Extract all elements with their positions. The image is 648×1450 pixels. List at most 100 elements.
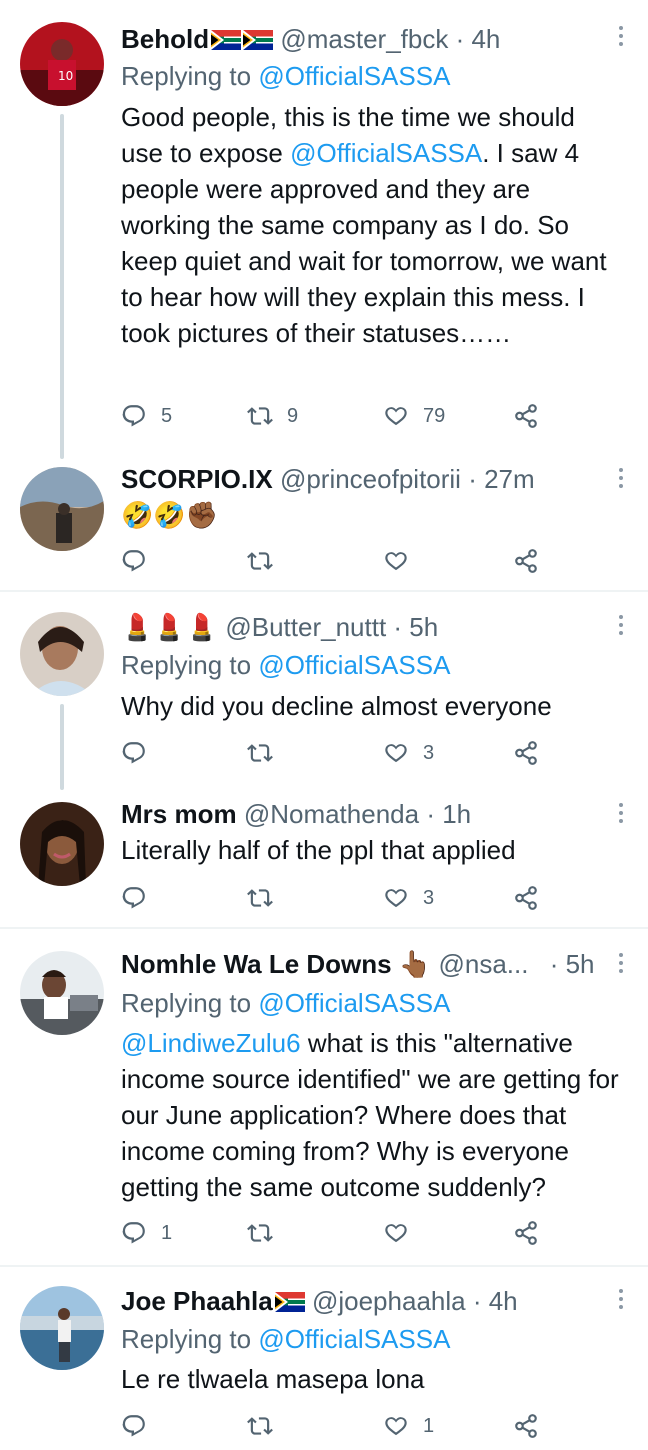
tweet-header: SCORPIO.IX @princeofpitorii · 27m xyxy=(121,462,608,496)
share-icon xyxy=(513,403,539,429)
display-name[interactable]: Mrs mom xyxy=(121,799,237,829)
more-icon[interactable] xyxy=(616,953,626,977)
share-icon xyxy=(513,548,539,574)
retweet-button[interactable]: 9 xyxy=(247,401,298,431)
like-button[interactable]: 1 xyxy=(383,1411,434,1441)
tweet-header: Joe Phaahla @joephaahla · 4h xyxy=(121,1284,608,1318)
like-button[interactable]: 3 xyxy=(383,738,434,768)
retweet-button[interactable] xyxy=(247,546,287,576)
tweet-5[interactable]: Nomhle Wa Le Downs 👆🏾 @nsa... · 5h Reply… xyxy=(0,929,648,1265)
retweet-button[interactable] xyxy=(247,883,287,913)
tweet-6[interactable]: Joe Phaahla @joephaahla · 4h Replying to… xyxy=(0,1267,648,1450)
reply-button[interactable] xyxy=(121,546,161,576)
user-handle[interactable]: @nsa... xyxy=(438,949,528,979)
tweet-header: Nomhle Wa Le Downs 👆🏾 @nsa... · 5h xyxy=(121,947,608,981)
avatar[interactable]: 10 xyxy=(20,22,104,106)
share-button[interactable] xyxy=(513,1411,539,1441)
display-name[interactable]: Nomhle Wa Le Downs xyxy=(121,949,392,979)
like-button[interactable]: 79 xyxy=(383,401,445,431)
tweet-time[interactable]: · 1h xyxy=(426,799,471,829)
avatar[interactable] xyxy=(20,951,104,1035)
reply-button[interactable] xyxy=(121,1411,161,1441)
mention-link[interactable]: @LindiweZulu6 xyxy=(121,1028,301,1058)
tweet-time[interactable]: · 27m xyxy=(468,464,534,494)
replying-to: Replying to @OfficialSASSA xyxy=(121,1324,451,1354)
avatar[interactable] xyxy=(20,467,104,551)
retweet-button[interactable] xyxy=(247,738,287,768)
share-button[interactable] xyxy=(513,738,539,768)
heart-icon xyxy=(383,548,409,574)
share-button[interactable] xyxy=(513,1218,539,1248)
replying-to: Replying to @OfficialSASSA xyxy=(121,650,451,680)
share-icon xyxy=(513,885,539,911)
more-icon[interactable] xyxy=(616,1289,626,1313)
share-icon xyxy=(513,740,539,766)
reply-button[interactable]: 5 xyxy=(121,401,172,431)
tweet-4[interactable]: Mrs mom @Nomathenda · 1h Literally half … xyxy=(0,777,648,927)
user-handle[interactable]: @master_fbck xyxy=(280,24,448,54)
share-button[interactable] xyxy=(513,883,539,913)
thread-line xyxy=(60,114,64,459)
like-button[interactable] xyxy=(383,546,423,576)
replying-to-handle[interactable]: @OfficialSASSA xyxy=(258,650,450,680)
retweet-icon xyxy=(247,1413,273,1439)
more-icon[interactable] xyxy=(616,468,626,492)
user-handle[interactable]: @Butter_nuttt xyxy=(225,612,386,642)
tweet-actions: 1 xyxy=(121,1218,541,1248)
tweet-time[interactable]: · 4h xyxy=(473,1286,518,1316)
replying-to-handle[interactable]: @OfficialSASSA xyxy=(258,61,450,91)
tweet-actions xyxy=(121,546,541,576)
retweet-icon xyxy=(247,548,273,574)
retweet-icon xyxy=(247,403,273,429)
share-icon xyxy=(513,1220,539,1246)
like-count: 1 xyxy=(423,1414,435,1437)
tweet-actions: 5 9 79 xyxy=(121,401,541,431)
tweet-1[interactable]: 10 Behold @master_fbck · 4h Replying to … xyxy=(0,0,648,459)
tweet-header: 💄💄💄 @Butter_nuttt · 5h xyxy=(121,610,608,644)
heart-icon xyxy=(383,885,409,911)
display-name[interactable]: Joe Phaahla xyxy=(121,1286,273,1316)
mention-link[interactable]: @OfficialSASSA xyxy=(290,138,482,168)
tweet-time[interactable]: · 5h xyxy=(393,612,438,642)
avatar[interactable] xyxy=(20,612,104,696)
reply-count: 1 xyxy=(161,1221,173,1244)
share-button[interactable] xyxy=(513,401,539,431)
retweet-button[interactable] xyxy=(247,1218,287,1248)
reply-button[interactable] xyxy=(121,883,161,913)
retweet-button[interactable] xyxy=(247,1411,287,1441)
tweet-2[interactable]: SCORPIO.IX @princeofpitorii · 27m 🤣🤣✊🏾 xyxy=(0,445,648,590)
like-button[interactable]: 3 xyxy=(383,883,434,913)
retweet-count: 9 xyxy=(287,404,299,427)
tweet-time[interactable]: · 4h xyxy=(456,24,501,54)
retweet-icon xyxy=(247,885,273,911)
user-handle[interactable]: @Nomathenda xyxy=(244,799,419,829)
retweet-icon xyxy=(247,740,273,766)
user-handle[interactable]: @joephaahla xyxy=(312,1286,466,1316)
share-button[interactable] xyxy=(513,546,539,576)
heart-icon xyxy=(383,740,409,766)
display-name[interactable]: 💄💄💄 xyxy=(121,612,218,642)
display-name[interactable]: SCORPIO.IX xyxy=(121,464,273,494)
avatar[interactable] xyxy=(20,802,104,886)
tweet-3[interactable]: 💄💄💄 @Butter_nuttt · 5h Replying to @Offi… xyxy=(0,592,648,790)
avatar[interactable] xyxy=(20,1286,104,1370)
display-name[interactable]: Behold xyxy=(121,24,209,54)
more-icon[interactable] xyxy=(616,26,626,50)
reply-button[interactable] xyxy=(121,738,161,768)
like-button[interactable] xyxy=(383,1218,423,1248)
reply-icon xyxy=(121,1413,147,1439)
tweet-text: Why did you decline almost everyone xyxy=(121,691,552,721)
more-icon[interactable] xyxy=(616,615,626,639)
heart-icon xyxy=(383,1413,409,1439)
reply-icon xyxy=(121,403,147,429)
replying-to-handle[interactable]: @OfficialSASSA xyxy=(258,988,450,1018)
user-handle[interactable]: @princeofpitorii xyxy=(280,464,461,494)
reply-button[interactable]: 1 xyxy=(121,1218,172,1248)
tweet-time[interactable]: · 5h xyxy=(550,949,595,979)
replying-to-handle[interactable]: @OfficialSASSA xyxy=(258,1324,450,1354)
tweet-text: Literally half of the ppl that applied xyxy=(121,835,516,865)
heart-icon xyxy=(383,403,409,429)
retweet-icon xyxy=(247,1220,273,1246)
south-africa-flag-icon xyxy=(275,1292,305,1312)
more-icon[interactable] xyxy=(616,803,626,827)
